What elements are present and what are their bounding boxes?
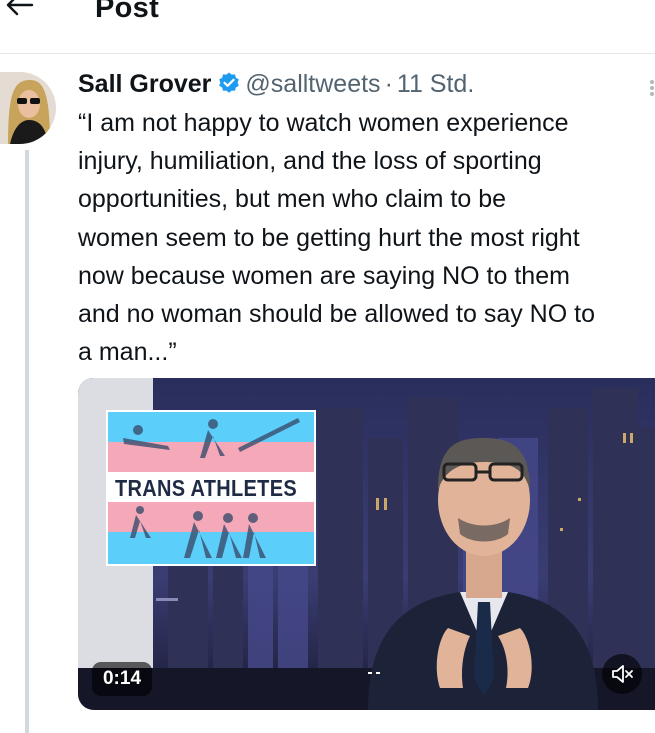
tweet-header: Sall Grover @salltweets · 11 Std. <box>78 68 474 100</box>
mute-button[interactable] <box>602 654 642 694</box>
post-time[interactable]: 11 Std. <box>397 70 474 98</box>
inset-title: TRANS ATHLETES <box>115 476 297 502</box>
video-frame <box>78 378 655 710</box>
verified-badge-icon <box>217 71 241 95</box>
tweet-text: “I am not happy to watch women experienc… <box>78 109 595 367</box>
video-player[interactable]: TRANS ATHLETES 0:14 <box>78 378 655 710</box>
page-title: Post <box>95 0 160 24</box>
meta-separator: · <box>384 70 393 98</box>
arrow-left-icon <box>6 0 34 16</box>
header-bar: Post <box>0 0 655 52</box>
author-name[interactable]: Sall Grover <box>78 70 211 98</box>
avatar[interactable] <box>0 72 56 144</box>
volume-muted-icon <box>612 665 633 683</box>
more-options-icon[interactable] <box>645 78 655 98</box>
author-handle[interactable]: @salltweets <box>245 70 380 98</box>
thread-line <box>25 150 29 733</box>
header-divider <box>0 53 655 54</box>
back-button[interactable] <box>4 0 34 18</box>
video-duration-badge: 0:14 <box>92 662 152 696</box>
